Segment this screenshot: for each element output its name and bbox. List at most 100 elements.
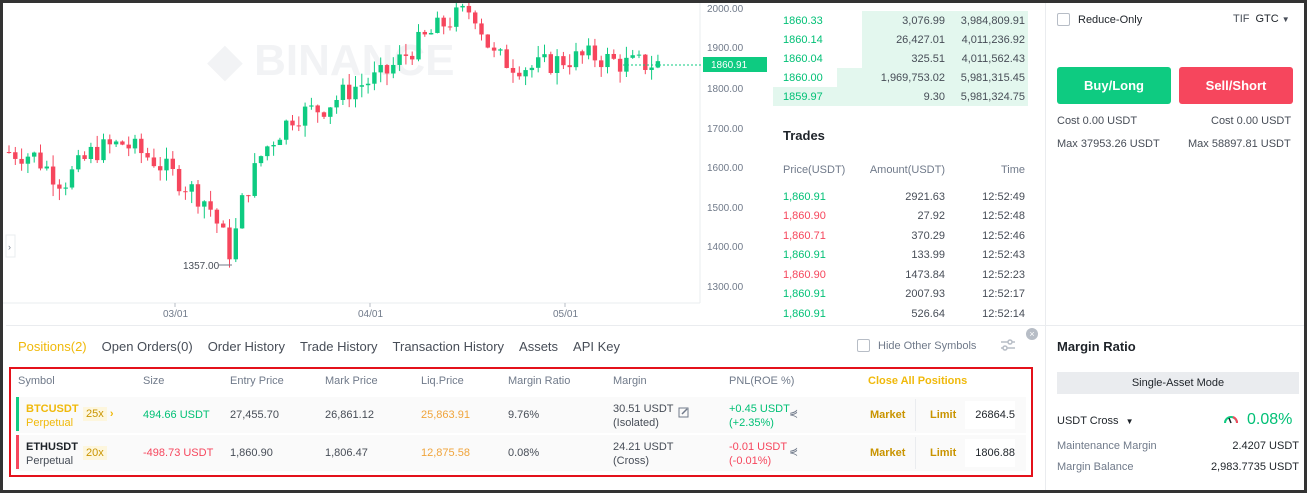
candle-body bbox=[19, 158, 24, 164]
candle-body bbox=[164, 158, 169, 171]
tab-positions[interactable]: Positions(2) bbox=[18, 339, 87, 354]
tab-api-key[interactable]: API Key bbox=[573, 339, 620, 354]
candle-body bbox=[630, 55, 635, 58]
margin-ratio-title: Margin Ratio bbox=[1057, 339, 1136, 354]
candle-body bbox=[189, 184, 194, 192]
candle-body bbox=[334, 99, 339, 108]
hide-other-symbols-checkbox[interactable]: Hide Other Symbols bbox=[857, 339, 976, 352]
candle-body bbox=[353, 86, 358, 100]
checkbox-icon[interactable] bbox=[1057, 13, 1070, 26]
usdt-cross-select[interactable]: USDT Cross ▼ bbox=[1057, 415, 1134, 427]
orderbook-row[interactable]: 1859.97 9.30 5,981,324.75 bbox=[773, 87, 1028, 106]
candle-body bbox=[25, 156, 31, 164]
candle-body bbox=[69, 169, 75, 188]
date-tick: 04/01 bbox=[358, 309, 383, 320]
leverage-badge[interactable]: 25x › bbox=[83, 407, 113, 421]
settings-sliders-icon[interactable] bbox=[1000, 337, 1016, 353]
single-asset-mode-button[interactable]: Single-Asset Mode bbox=[1057, 372, 1299, 394]
position-symbol[interactable]: BTCUSDT bbox=[26, 403, 79, 415]
candle-body bbox=[50, 166, 56, 185]
trades-title: Trades bbox=[783, 128, 825, 143]
close-all-positions-button[interactable]: Close All Positions bbox=[868, 375, 967, 387]
date-tick: 05/01 bbox=[553, 309, 578, 320]
limit-price-input[interactable] bbox=[965, 439, 1015, 467]
tab-assets[interactable]: Assets bbox=[519, 339, 558, 354]
candle-body bbox=[183, 191, 188, 193]
trades-list: 1,860.91 2921.63 12:52:49 1,860.90 27.92 12:… bbox=[783, 187, 1025, 324]
trade-row: 1,860.91 2921.63 12:52:49 bbox=[783, 190, 1025, 203]
price-tick: 1900.00 bbox=[707, 43, 744, 54]
candle-body bbox=[82, 155, 87, 159]
limit-close-button[interactable]: Limit bbox=[930, 409, 956, 421]
tab-transaction-history[interactable]: Transaction History bbox=[393, 339, 505, 354]
candle-body bbox=[95, 146, 100, 161]
low-price-marker: 1357.00 bbox=[183, 261, 220, 272]
candle-body bbox=[435, 17, 440, 33]
pnl-value: -0.01 USDT bbox=[729, 441, 788, 453]
leverage-badge[interactable]: 20x bbox=[83, 446, 107, 460]
tab-order-history[interactable]: Order History bbox=[208, 339, 285, 354]
candle-body bbox=[485, 34, 490, 48]
candle-body bbox=[599, 60, 604, 68]
orderbook-row[interactable]: 1860.04 325.51 4,011,562.43 bbox=[773, 49, 1028, 68]
limit-price-input[interactable] bbox=[965, 401, 1015, 429]
tab-open-orders[interactable]: Open Orders(0) bbox=[102, 339, 193, 354]
candle-body bbox=[170, 158, 175, 169]
candle-body bbox=[410, 55, 415, 60]
price-tick: 2000.00 bbox=[707, 4, 744, 15]
price-tick: 1400.00 bbox=[707, 242, 744, 253]
header-pnl: PNL(ROE %) bbox=[729, 375, 795, 387]
candle-body bbox=[214, 209, 220, 224]
candle-body bbox=[265, 146, 270, 157]
orderbook-row[interactable]: 1860.14 26,427.01 4,011,236.92 bbox=[773, 30, 1028, 49]
candle-body bbox=[113, 141, 119, 145]
sell-max: Max 58897.81 USDT bbox=[1188, 138, 1291, 150]
candle-body bbox=[636, 54, 642, 56]
market-close-button[interactable]: Market bbox=[870, 409, 905, 421]
limit-close-button[interactable]: Limit bbox=[930, 447, 956, 459]
trade-row: 1,860.91 2007.93 12:52:17 bbox=[783, 288, 1025, 301]
header-mark-price: Mark Price bbox=[325, 375, 378, 387]
orderbook-row[interactable]: 1860.00 1,969,753.02 5,981,315.45 bbox=[773, 68, 1028, 87]
candle-body bbox=[359, 85, 364, 87]
trade-row: 1,860.71 370.29 12:52:46 bbox=[783, 229, 1025, 242]
candle-body bbox=[347, 84, 352, 100]
tif-select[interactable]: TIF GTC ▼ bbox=[1233, 13, 1290, 25]
candle-body bbox=[202, 201, 207, 207]
candle-body bbox=[139, 138, 144, 154]
tab-trade-history[interactable]: Trade History bbox=[300, 339, 378, 354]
candle-body bbox=[340, 84, 346, 100]
position-tabs: Positions(2) Open Orders(0) Order Histor… bbox=[18, 339, 635, 354]
margin-ratio: 9.76% bbox=[508, 409, 540, 421]
buy-long-button[interactable]: Buy/Long bbox=[1057, 67, 1171, 104]
checkbox-icon[interactable] bbox=[857, 339, 870, 352]
orderbook-row[interactable]: 1860.33 3,076.99 3,984,809.91 bbox=[773, 11, 1028, 30]
candle-body bbox=[372, 72, 377, 84]
price-tick: 1300.00 bbox=[707, 282, 744, 293]
candle-body bbox=[321, 112, 327, 117]
edit-icon[interactable] bbox=[678, 407, 689, 418]
candle-body bbox=[296, 125, 301, 127]
margin-mode: (Isolated) bbox=[613, 417, 659, 429]
candle-body bbox=[239, 195, 245, 229]
candle-body bbox=[454, 7, 459, 27]
candle-body bbox=[145, 153, 150, 158]
share-icon[interactable]: ⋞ bbox=[789, 445, 798, 458]
candle-body bbox=[397, 54, 402, 65]
sell-short-button[interactable]: Sell/Short bbox=[1179, 67, 1293, 104]
reduce-only-checkbox[interactable]: Reduce-Only bbox=[1057, 13, 1142, 26]
price-chart[interactable]: ◆ BINANCE 2000.00 1900.00 1800.00 1700.0… bbox=[3, 3, 768, 325]
candle-body bbox=[466, 5, 472, 13]
share-icon[interactable]: ⋞ bbox=[789, 407, 798, 420]
candle-body bbox=[328, 107, 333, 117]
market-close-button[interactable]: Market bbox=[870, 447, 905, 459]
close-icon[interactable]: × bbox=[1026, 328, 1038, 340]
candle-body bbox=[592, 45, 598, 61]
candle-body bbox=[554, 56, 560, 73]
candle-body bbox=[605, 53, 610, 68]
candle-body bbox=[567, 65, 572, 68]
candle-body bbox=[416, 31, 421, 60]
position-symbol[interactable]: ETHUSDT bbox=[26, 441, 78, 453]
position-size: -498.73 USDT bbox=[143, 447, 214, 459]
candle-body bbox=[491, 47, 497, 51]
